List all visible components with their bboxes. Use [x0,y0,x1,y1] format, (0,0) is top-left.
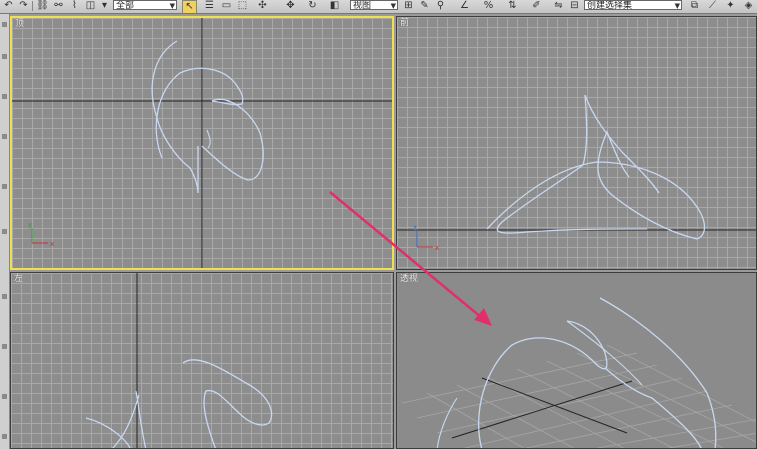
angle-snap-icon[interactable]: ∠ [458,0,471,12]
reference-coordinate-value: 视图 [353,1,372,10]
axis-z-label: z [413,224,417,232]
spline-shape[interactable] [604,367,702,449]
viewport-top-canvas: x y [12,18,392,268]
region-select-icon[interactable]: ▭ [220,0,233,12]
spline-shape[interactable] [436,397,458,449]
percent-snap-icon[interactable]: % [482,0,495,12]
strip-marker-icon [2,94,7,99]
viewport-perspective-canvas [401,297,756,449]
left-side-strip [0,14,10,449]
snap-icon[interactable]: ⚲ [434,0,447,12]
redo-icon[interactable]: ↷ [17,0,30,12]
curve-editor-icon[interactable]: ⟋ [706,0,719,12]
strip-marker-icon [2,54,7,59]
cursor-arrow-icon[interactable]: ↖ [182,0,197,13]
viewport-perspective[interactable]: 透视 [396,272,757,449]
window-crossing-icon[interactable]: ⬚ [236,0,249,12]
spline-shape[interactable] [584,94,660,194]
align-icon[interactable]: ⊟ [568,0,581,12]
viewport-front-canvas: x z [397,94,756,252]
toolbar-separator [32,1,33,11]
chevron-down-icon: ▼ [169,2,175,10]
strip-marker-icon [2,22,7,27]
unlink-icon[interactable]: ⚯ [52,0,65,12]
edit-named-selection-icon[interactable]: ✐ [530,0,543,12]
named-selection-dropdown[interactable]: 创建选择集 ▼ [584,0,682,10]
spline-shape[interactable] [151,40,199,194]
selection-filter-value: 全部 [116,1,135,10]
rotate-icon[interactable]: ↻ [306,0,319,12]
select-move-icon[interactable]: ✣ [256,0,269,12]
spline-shape[interactable] [206,129,211,149]
strip-marker-icon [2,394,7,399]
pivot-center-icon[interactable]: ⊞ [402,0,415,12]
move-cross-icon[interactable]: ✥ [284,0,297,12]
named-selection-value: 创建选择集 [587,1,633,10]
strip-marker-icon [2,434,7,439]
strip-marker-icon [2,134,7,139]
schematic-view-icon[interactable]: ✦ [724,0,737,12]
reference-coordinate-dropdown[interactable]: 视图 ▼ [350,0,398,10]
select-manipulate-icon[interactable]: ✎ [418,0,431,12]
chevron-down-icon: ▼ [674,2,680,10]
spline-shape[interactable] [182,359,273,449]
material-editor-icon[interactable]: ◈ [742,0,755,12]
scale-icon[interactable]: ◧ [328,0,341,12]
axis-y-label: y [28,221,32,229]
spline-shape[interactable] [201,98,264,181]
strip-marker-icon [2,184,7,189]
bind-icon[interactable]: ⌇ [68,0,81,12]
viewport-left[interactable]: 左 [10,272,394,449]
spline-shape[interactable] [486,130,706,240]
viewport-top[interactable]: 顶 x y [10,16,394,270]
spinner-snap-icon[interactable]: ⇅ [506,0,519,12]
mirror-icon[interactable]: ◫ [84,0,97,12]
chevron-down-icon: ▼ [390,2,396,10]
link-icon[interactable]: ⛓ [36,0,49,12]
filter-icon[interactable]: ▾ [98,0,111,12]
main-toolbar: ↶ ↷ ⛓ ⚯ ⌇ ◫ ▾ 全部 ▼ ↖ ☰ ▭ ⬚ ✣ ✥ ↻ ◧ 视图 ▼ … [0,0,757,14]
strip-marker-icon [2,294,7,299]
undo-icon[interactable]: ↶ [2,0,15,12]
viewport-left-canvas [85,273,273,449]
strip-marker-icon [2,229,7,234]
select-by-name-icon[interactable]: ☰ [203,0,216,12]
perspective-grid [401,344,756,448]
viewport-front[interactable]: 前 x z [396,16,757,270]
layer-manager-icon[interactable]: ⧉ [688,0,701,12]
mirror-tool-icon[interactable]: ⇋ [552,0,565,12]
selection-filter-dropdown[interactable]: 全部 ▼ [113,0,177,10]
strip-marker-icon [2,344,7,349]
axis-x-label: x [50,240,54,248]
axis-x-label: x [435,244,439,252]
